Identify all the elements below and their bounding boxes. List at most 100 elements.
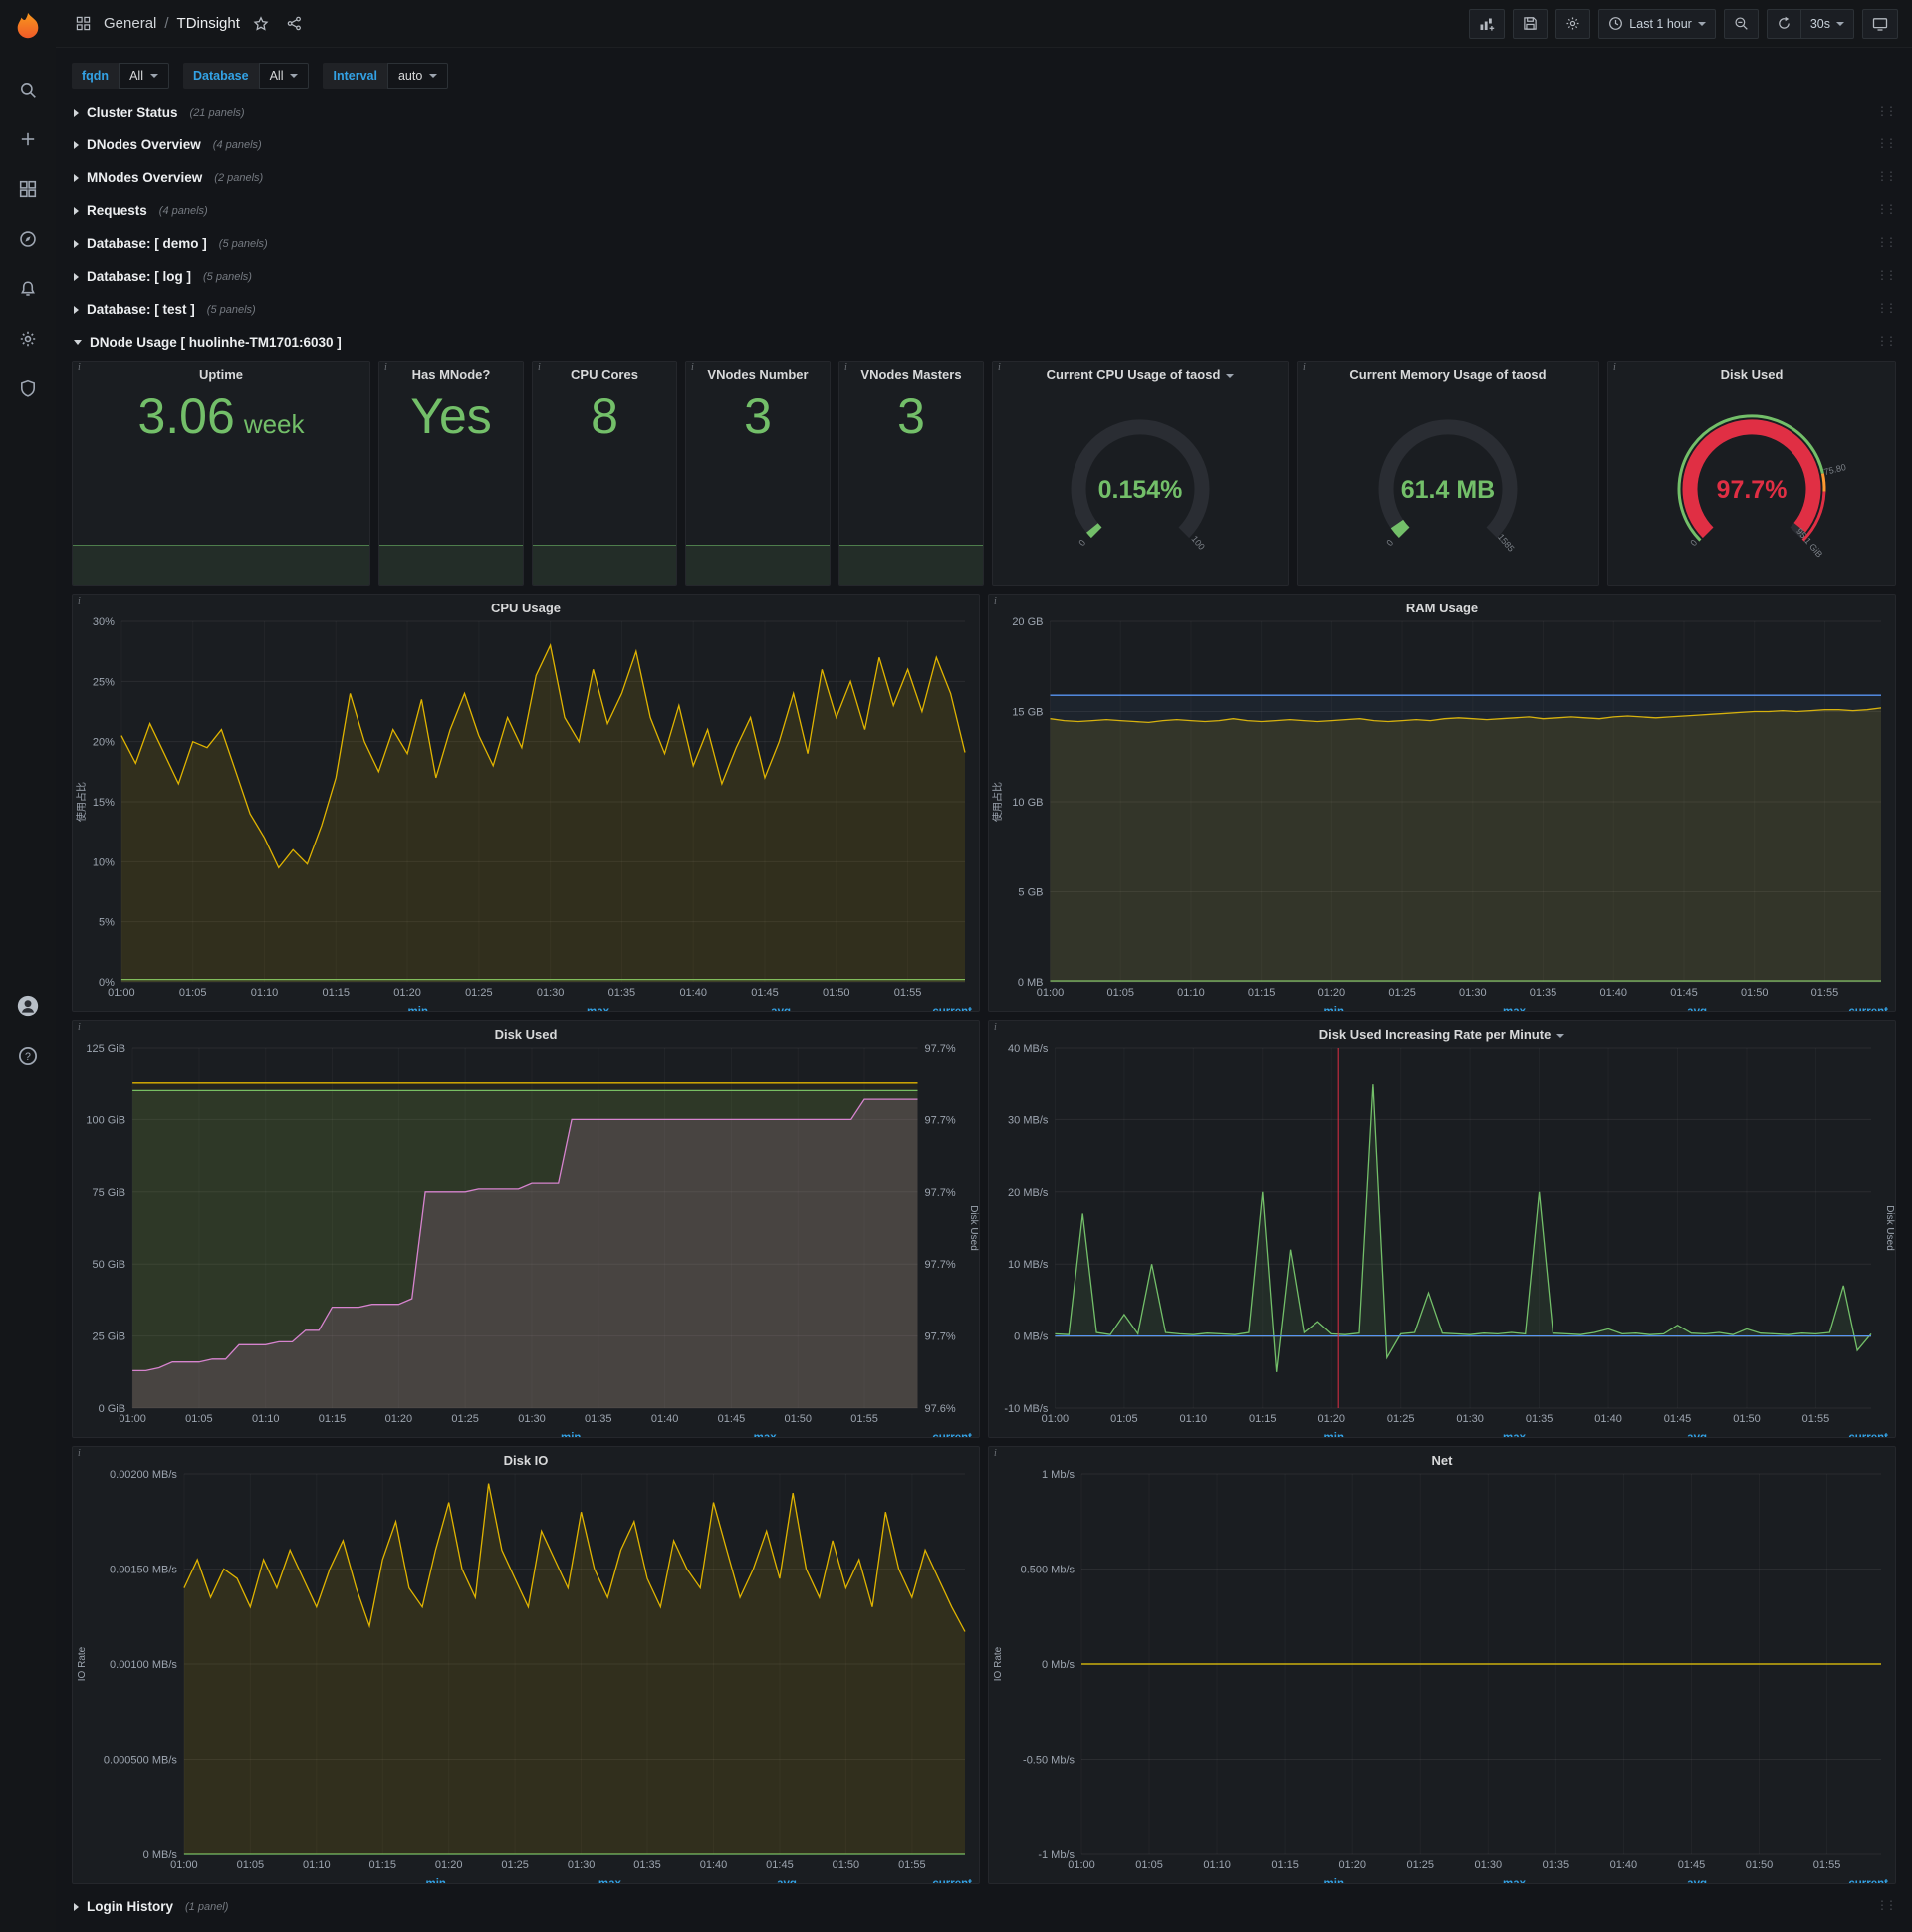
cpu-usage-gauge[interactable]: 0.154% 0 100	[993, 387, 1288, 583]
legend-header[interactable]: min	[1170, 1431, 1351, 1437]
dashboard-settings-button[interactable]	[1555, 8, 1591, 39]
legend-header[interactable]: current	[804, 1877, 979, 1883]
panel-info-icon[interactable]: i	[384, 362, 387, 373]
panel-title[interactable]: VNodes Masters	[839, 362, 983, 387]
refresh-interval-picker[interactable]: 30s	[1799, 8, 1854, 39]
legend-header[interactable]: current	[784, 1431, 979, 1437]
dashboards-icon[interactable]	[8, 169, 48, 209]
create-plus-icon[interactable]	[8, 120, 48, 159]
panel-title[interactable]: Disk Used Increasing Rate per Minute	[989, 1021, 1895, 1042]
dashboard-title[interactable]: TDinsight	[177, 15, 240, 32]
row-drag-handle[interactable]: ⋮⋮	[1876, 104, 1897, 118]
net-plot[interactable]: -1 Mb/s -0.50 Mb/s 0 Mb/s 0.500 Mb/s 1 Mb/s 0…	[989, 1468, 1895, 1877]
panel-title[interactable]: Current Memory Usage of taosd	[1298, 362, 1598, 387]
panel-title[interactable]: VNodes Number	[686, 362, 830, 387]
legend-header[interactable]: max	[588, 1431, 783, 1437]
panel-info-icon[interactable]: i	[78, 1022, 81, 1033]
row-dnodes-overview[interactable]: DNodes Overview (4 panels) ⋮⋮	[72, 130, 1897, 159]
row-drag-handle[interactable]: ⋮⋮	[1876, 136, 1897, 150]
legend-header[interactable]: max	[453, 1877, 628, 1883]
alerting-bell-icon[interactable]	[8, 269, 48, 309]
row-database-test[interactable]: Database: [ test ] (5 panels) ⋮⋮	[72, 295, 1897, 324]
cpu-usage-plot[interactable]: 0% 5% 10% 15% 20% 25% 30% 01:00 01:05 01:10 01:15 0…	[73, 615, 979, 1005]
help-icon[interactable]: ?	[8, 1036, 48, 1076]
panel-info-icon[interactable]: i	[691, 362, 694, 373]
row-requests[interactable]: Requests (4 panels) ⋮⋮	[72, 196, 1897, 225]
row-drag-handle[interactable]: ⋮⋮	[1876, 235, 1897, 249]
panel-info-icon[interactable]: i	[538, 362, 541, 373]
row-drag-handle[interactable]: ⋮⋮	[1876, 202, 1897, 216]
panel-info-icon[interactable]: i	[78, 362, 81, 373]
variable-select-interval[interactable]: auto	[386, 63, 449, 89]
legend-header[interactable]: current	[1714, 1431, 1895, 1437]
time-range-picker[interactable]: Last 1 hour	[1598, 8, 1716, 39]
panel-title[interactable]: Disk IO	[73, 1447, 979, 1468]
row-drag-handle[interactable]: ⋮⋮	[1876, 268, 1897, 282]
panel-info-icon[interactable]: i	[998, 362, 1001, 373]
panel-title[interactable]: CPU Usage	[73, 595, 979, 615]
panel-info-icon[interactable]: i	[994, 1022, 997, 1033]
legend-header[interactable]: current	[1714, 1877, 1895, 1883]
legend-header[interactable]: min	[1170, 1005, 1351, 1011]
disk-rate-plot[interactable]: -10 MB/s 0 MB/s 10 MB/s 20 MB/s 30 MB/s 40 MB…	[989, 1042, 1895, 1431]
grafana-logo[interactable]	[10, 8, 46, 44]
row-database-demo[interactable]: Database: [ demo ] (5 panels) ⋮⋮	[72, 229, 1897, 258]
ram-usage-plot[interactable]: 0 MB 5 GB 10 GB 15 GB 20 GB 01:00 01:05 01:10 01…	[989, 615, 1895, 1005]
panel-title[interactable]: CPU Cores	[533, 362, 676, 387]
disk-io-plot[interactable]: 0 MB/s 0.000500 MB/s 0.00100 MB/s 0.00150 M…	[73, 1468, 979, 1877]
panel-info-icon[interactable]: i	[994, 1448, 997, 1459]
add-panel-button[interactable]	[1469, 8, 1506, 39]
row-dnode-usage[interactable]: DNode Usage [ huolinhe-TM1701:6030 ] ⋮⋮	[72, 328, 1897, 357]
legend-header[interactable]: min	[278, 1877, 453, 1883]
explore-compass-icon[interactable]	[8, 219, 48, 259]
panel-title[interactable]: Net	[989, 1447, 1895, 1468]
legend-header[interactable]: avg	[1533, 1431, 1714, 1437]
legend-header[interactable]: avg	[616, 1005, 798, 1011]
row-database-log[interactable]: Database: [ log ] (5 panels) ⋮⋮	[72, 262, 1897, 291]
legend-header[interactable]: min	[1170, 1877, 1351, 1883]
panel-info-icon[interactable]: i	[78, 1448, 81, 1459]
legend-header[interactable]: max	[435, 1005, 616, 1011]
cycle-view-button[interactable]	[1862, 8, 1898, 39]
refresh-button[interactable]	[1766, 8, 1800, 39]
search-icon[interactable]	[8, 70, 48, 110]
legend-header[interactable]: min	[392, 1431, 588, 1437]
panel-title[interactable]: Current CPU Usage of taosd	[993, 362, 1288, 387]
legend-header[interactable]: min	[254, 1005, 435, 1011]
legend-header[interactable]: max	[1351, 1431, 1533, 1437]
row-drag-handle[interactable]: ⋮⋮	[1876, 301, 1897, 315]
legend-header[interactable]: max	[1351, 1877, 1533, 1883]
panel-title[interactable]: Disk Used	[1608, 362, 1895, 387]
row-drag-handle[interactable]: ⋮⋮	[1876, 334, 1897, 348]
memory-usage-gauge[interactable]: 61.4 MB 0 1585	[1298, 387, 1598, 583]
panel-info-icon[interactable]: i	[78, 596, 81, 606]
save-dashboard-button[interactable]	[1513, 8, 1549, 39]
zoom-out-button[interactable]	[1723, 8, 1759, 39]
disk-used-plot[interactable]: 0 GiB 97.6% 25 GiB 97.7% 50 GiB 97.7% 75 GiB 97…	[73, 1042, 979, 1431]
row-login-history[interactable]: Login History (1 panel) ⋮⋮	[72, 1892, 1897, 1921]
panel-info-icon[interactable]: i	[844, 362, 847, 373]
row-mnodes-overview[interactable]: MNodes Overview (2 panels) ⋮⋮	[72, 163, 1897, 192]
variable-select-database[interactable]: All	[258, 63, 310, 89]
panel-title[interactable]: Uptime	[73, 362, 369, 387]
legend-header[interactable]: avg	[1533, 1005, 1714, 1011]
legend-header[interactable]: current	[1714, 1005, 1895, 1011]
admin-shield-icon[interactable]	[8, 368, 48, 408]
breadcrumb-folder[interactable]: General	[104, 15, 156, 32]
apps-grid-icon[interactable]	[70, 11, 96, 37]
panel-info-icon[interactable]: i	[994, 596, 997, 606]
variable-select-fqdn[interactable]: All	[119, 63, 169, 89]
disk-used-gauge[interactable]: 97.7% 0 95.1 GiB 75.80	[1608, 387, 1895, 583]
share-icon[interactable]	[282, 11, 308, 37]
row-drag-handle[interactable]: ⋮⋮	[1876, 169, 1897, 183]
panel-title[interactable]: Disk Used	[73, 1021, 979, 1042]
panel-info-icon[interactable]: i	[1303, 362, 1306, 373]
legend-header[interactable]: avg	[1533, 1877, 1714, 1883]
legend-header[interactable]: max	[1351, 1005, 1533, 1011]
legend-header[interactable]: current	[798, 1005, 979, 1011]
legend-header[interactable]: avg	[628, 1877, 804, 1883]
row-drag-handle[interactable]: ⋮⋮	[1876, 1898, 1897, 1912]
configuration-gear-icon[interactable]	[8, 319, 48, 359]
row-cluster-status[interactable]: Cluster Status (21 panels) ⋮⋮	[72, 98, 1897, 126]
panel-info-icon[interactable]: i	[1613, 362, 1616, 373]
